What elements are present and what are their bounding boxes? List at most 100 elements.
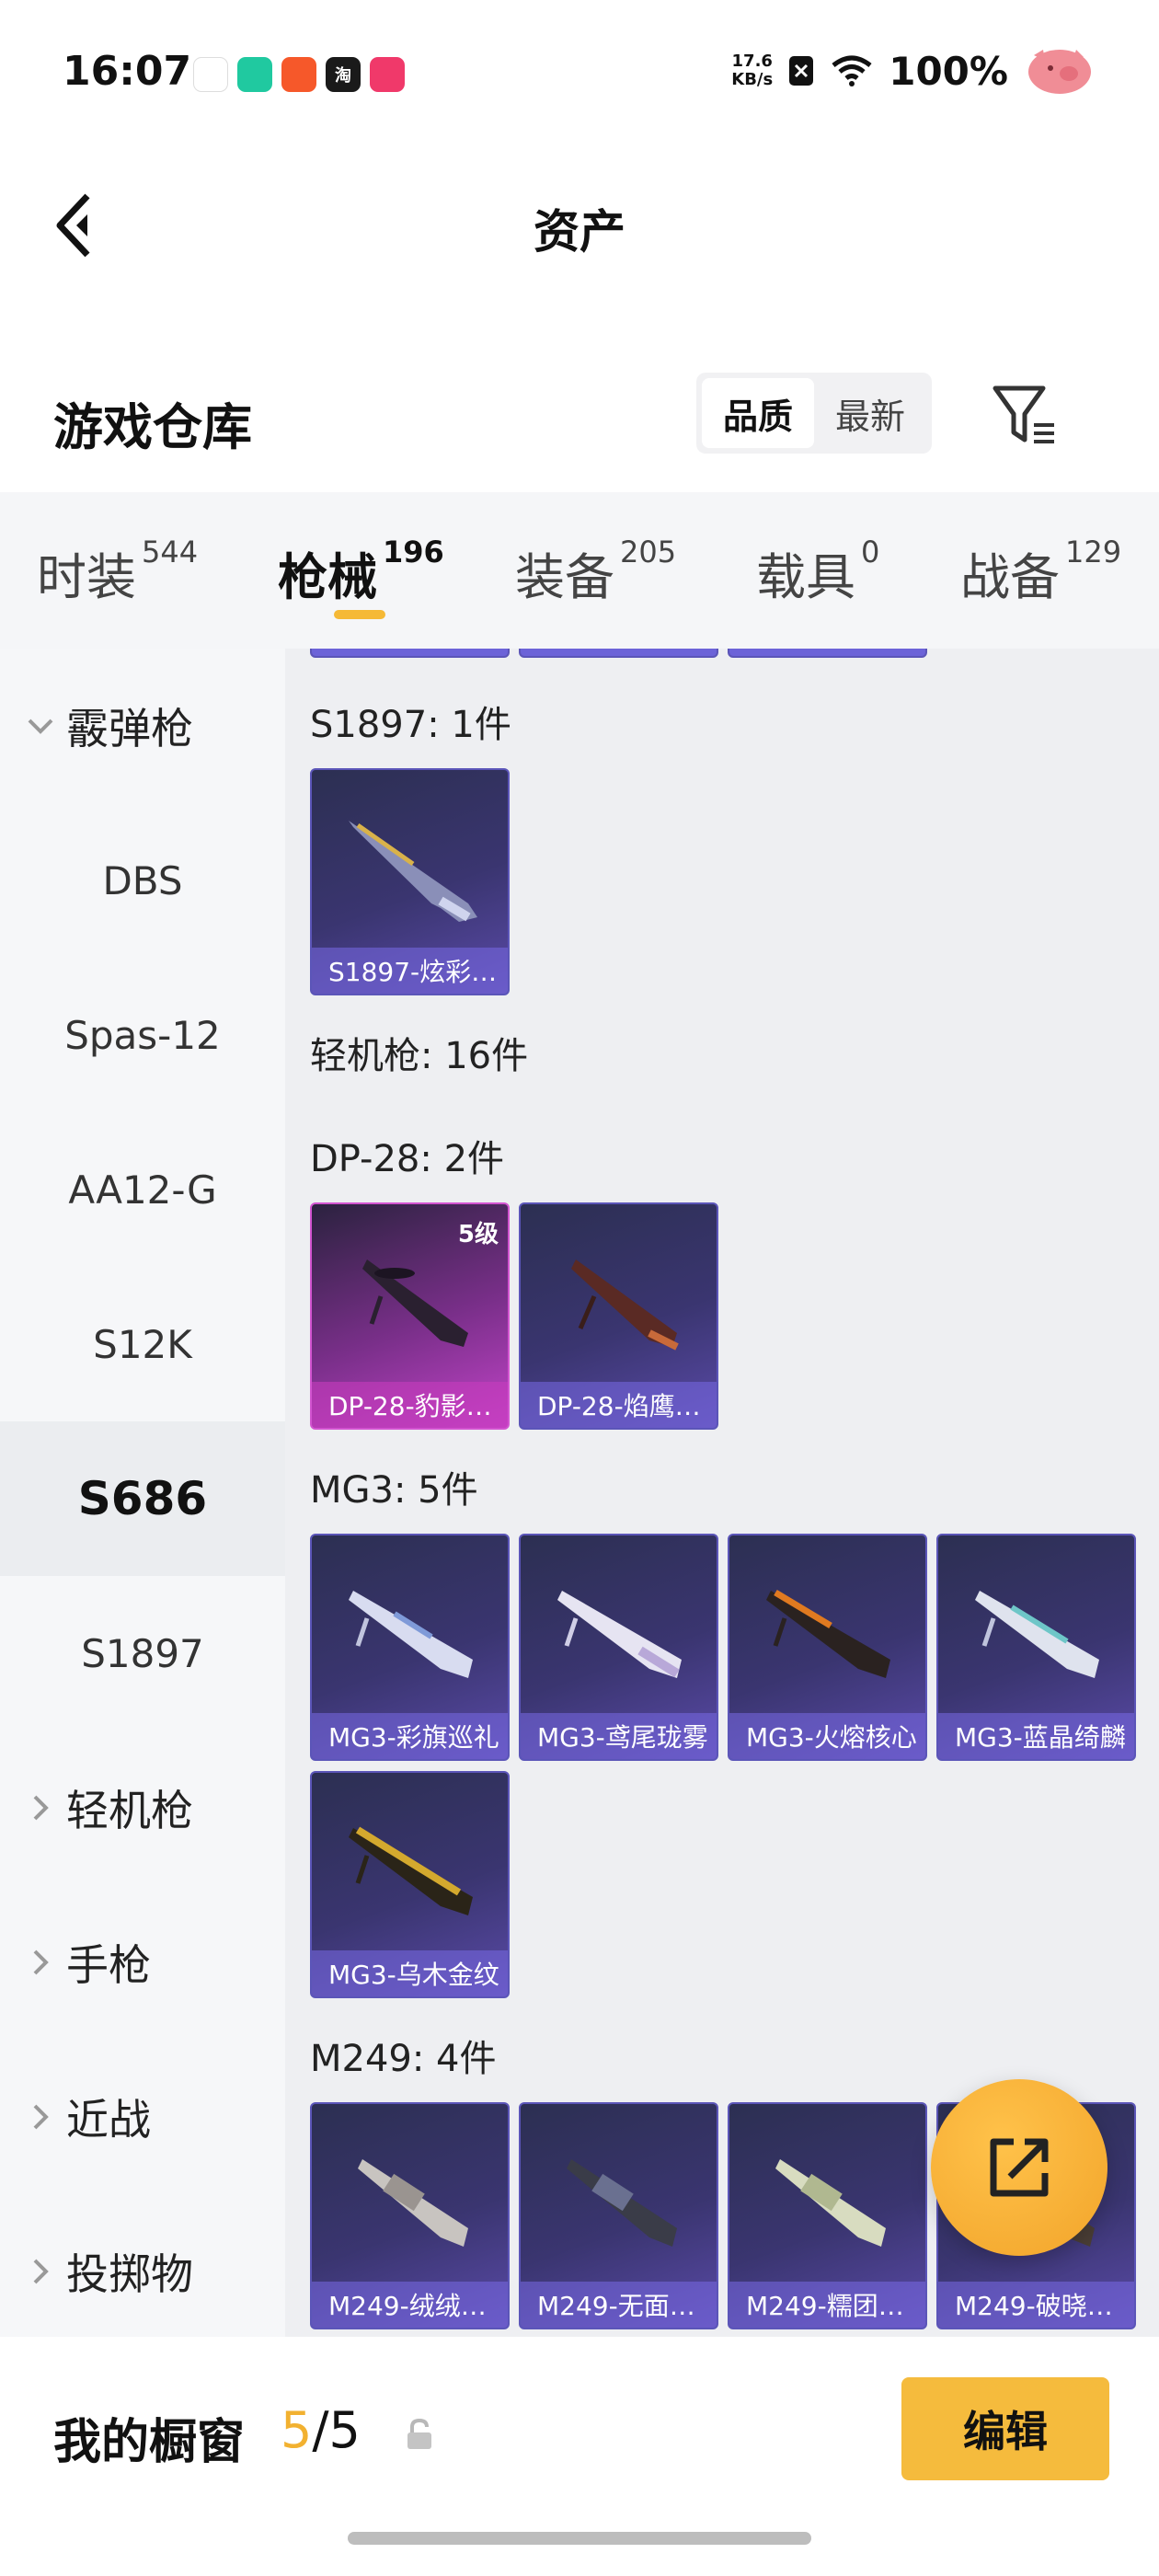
weapon-card[interactable]: M249-无面…	[519, 2102, 718, 2329]
home-indicator	[348, 2532, 811, 2545]
weapon-card[interactable]: MG3-鸢尾珑雾	[519, 1534, 718, 1761]
weapon-card-name: MG3-乌木金纹	[312, 1950, 508, 1996]
weapon-category-sidebar: 霰弹枪 DBS Spas-12 AA12-G S12K S686 S1897 轻…	[0, 649, 285, 2337]
sidebar-item-s1897[interactable]: S1897	[0, 1576, 285, 1731]
weapon-card[interactable]: DP-28-焰鹰…	[519, 1202, 718, 1430]
tab-active-indicator	[334, 610, 385, 619]
sort-quality-button[interactable]: 品质	[702, 378, 814, 448]
weapon-card[interactable]: MG3-火熔核心	[728, 1534, 927, 1761]
battery-percent: 100%	[889, 48, 1008, 94]
lmg-image	[362, 1259, 468, 1347]
section-label: M249: 4件	[310, 2038, 497, 2080]
page-title: 资产	[534, 205, 625, 259]
tab-label: 枪械	[278, 548, 377, 606]
sidebar-item-label: 近战	[66, 2095, 151, 2145]
weapon-card-name: M249-无面…	[521, 2282, 717, 2328]
tab-count: 0	[861, 535, 880, 569]
app-icon-5	[370, 57, 405, 92]
sidebar-item-label: S1897	[81, 1630, 204, 1676]
weapon-card-partial[interactable]	[310, 649, 510, 658]
sidebar-item-label: 霰弹枪	[66, 704, 193, 753]
sidebar-item-dbs[interactable]: DBS	[0, 803, 285, 958]
tab-outfits[interactable]: 时装 544	[37, 535, 199, 609]
sidebar-item-label: DBS	[102, 857, 183, 903]
share-fab-button[interactable]	[931, 2079, 1107, 2256]
sidebar-item-label: 手枪	[66, 1940, 151, 1990]
lmg-image	[557, 1591, 682, 1678]
weapon-card-partial[interactable]	[728, 649, 927, 658]
sidebar-item-melee[interactable]: 近战	[0, 2040, 285, 2194]
showcase-bar: 我的橱窗 5/5 编辑	[0, 2337, 1159, 2576]
sidebar-item-lmg[interactable]: 轻机枪	[0, 1731, 285, 1885]
status-app-icons: 淘	[193, 57, 405, 92]
lmg-image	[571, 1259, 679, 1351]
sidebar-item-shotguns[interactable]: 霰弹枪	[0, 649, 285, 803]
sidebar-item-label: 轻机枪	[66, 1786, 193, 1835]
weapon-card-name: M249-破晓…	[938, 2282, 1134, 2328]
tab-label: 载具	[756, 548, 855, 606]
weapon-card[interactable]: S1897-炫彩…	[310, 768, 510, 995]
sidebar-item-pistols[interactable]: 手枪	[0, 1885, 285, 2040]
chevron-right-icon	[33, 2259, 49, 2284]
showcase-total: /5	[312, 2401, 361, 2459]
net-speed: 17.6 KB/s	[731, 52, 773, 89]
sidebar-item-aa12g[interactable]: AA12-G	[0, 1112, 285, 1267]
sort-toggle: 品质 最新	[696, 373, 932, 454]
weapon-card[interactable]: MG3-彩旗巡礼	[310, 1534, 510, 1761]
weapon-card-name: M249-绒绒…	[312, 2282, 508, 2328]
tab-firearms[interactable]: 枪械 196	[278, 535, 444, 609]
sidebar-item-spas12[interactable]: Spas-12	[0, 958, 285, 1112]
net-speed-unit: KB/s	[731, 70, 774, 89]
share-icon	[990, 2138, 1049, 2197]
weapon-card-name: MG3-蓝晶绮麟	[938, 1713, 1134, 1759]
filter-button[interactable]	[988, 379, 1061, 453]
showcase-current: 5	[281, 2401, 313, 2459]
tab-equipment[interactable]: 装备 205	[515, 535, 677, 609]
sidebar-item-s686[interactable]: S686	[0, 1421, 285, 1576]
weapon-card[interactable]: MG3-乌木金纹	[310, 1771, 510, 1998]
weapon-card-name: DP-28-焰鹰…	[521, 1382, 717, 1428]
section-label: MG3: 5件	[310, 1469, 478, 1512]
chevron-right-icon	[33, 2104, 49, 2130]
sidebar-item-s12k[interactable]: S12K	[0, 1267, 285, 1421]
weapon-card[interactable]: M249-糯团…	[728, 2102, 927, 2329]
lmg-image	[766, 1589, 890, 1678]
weapon-card[interactable]: M249-绒绒…	[310, 2102, 510, 2329]
wifi-icon	[832, 55, 872, 86]
sidebar-item-label: Spas-12	[64, 1012, 221, 1058]
chevron-right-icon	[33, 1795, 49, 1821]
edit-button[interactable]: 编辑	[901, 2377, 1109, 2480]
sidebar-item-label: S12K	[93, 1321, 192, 1367]
showcase-count: 5/5	[281, 2401, 361, 2459]
app-icon-1	[193, 57, 228, 92]
tab-count: 544	[142, 535, 199, 569]
pig-icon	[1028, 50, 1091, 94]
weapon-card-partial[interactable]	[519, 649, 718, 658]
app-icon-taobao: 淘	[326, 57, 361, 92]
notification-icon	[789, 56, 814, 86]
section-label: S1897: 1件	[310, 704, 511, 746]
lmg-image	[775, 2159, 886, 2247]
weapon-card[interactable]: MG3-蓝晶绮麟	[936, 1534, 1136, 1761]
weapon-card-name: S1897-炫彩…	[312, 948, 508, 994]
lmg-image	[349, 1826, 473, 1915]
tab-count: 129	[1065, 535, 1122, 569]
weapon-level-badge: 5级	[457, 1221, 499, 1248]
weapon-card-name: DP-28-豹影…	[312, 1382, 508, 1428]
status-bar: 16:07 淘 17.6 KB/s 100%	[0, 0, 1159, 147]
tab-vehicles[interactable]: 载具 0	[756, 535, 880, 609]
weapon-card-name: MG3-火熔核心	[729, 1713, 925, 1759]
weapon-card[interactable]: 5级 DP-28-豹影…	[310, 1202, 510, 1430]
sidebar-item-throwables[interactable]: 投掷物	[0, 2194, 285, 2337]
status-time: 16:07	[63, 48, 192, 95]
tab-war-gear[interactable]: 战备 129	[960, 535, 1122, 609]
section-label: DP-28: 2件	[310, 1138, 505, 1180]
section-label: 轻机枪: 16件	[310, 1035, 529, 1077]
category-tabs: 时装 544 枪械 196 装备 205 载具 0 战备 129	[0, 492, 1159, 649]
card-stripe	[521, 649, 717, 656]
tab-count: 205	[620, 535, 677, 569]
chevron-down-icon	[28, 719, 53, 734]
sort-newest-button[interactable]: 最新	[814, 378, 926, 448]
status-right: 17.6 KB/s 100%	[731, 44, 1095, 98]
lmg-image	[975, 1591, 1099, 1678]
